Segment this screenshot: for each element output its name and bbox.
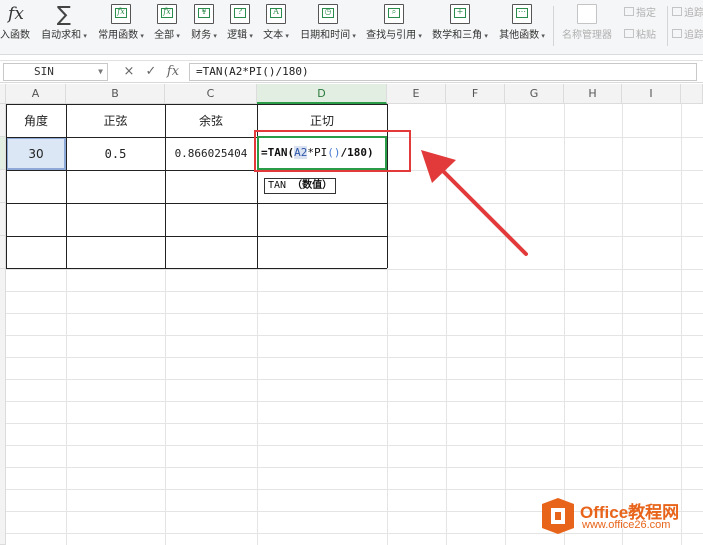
watermark-logo: Office教程网 www.office26.com [540,497,700,539]
watermark-url: www.office26.com [582,519,671,531]
office-logo-icon [542,498,574,534]
annotation-arrow-icon [421,150,528,256]
